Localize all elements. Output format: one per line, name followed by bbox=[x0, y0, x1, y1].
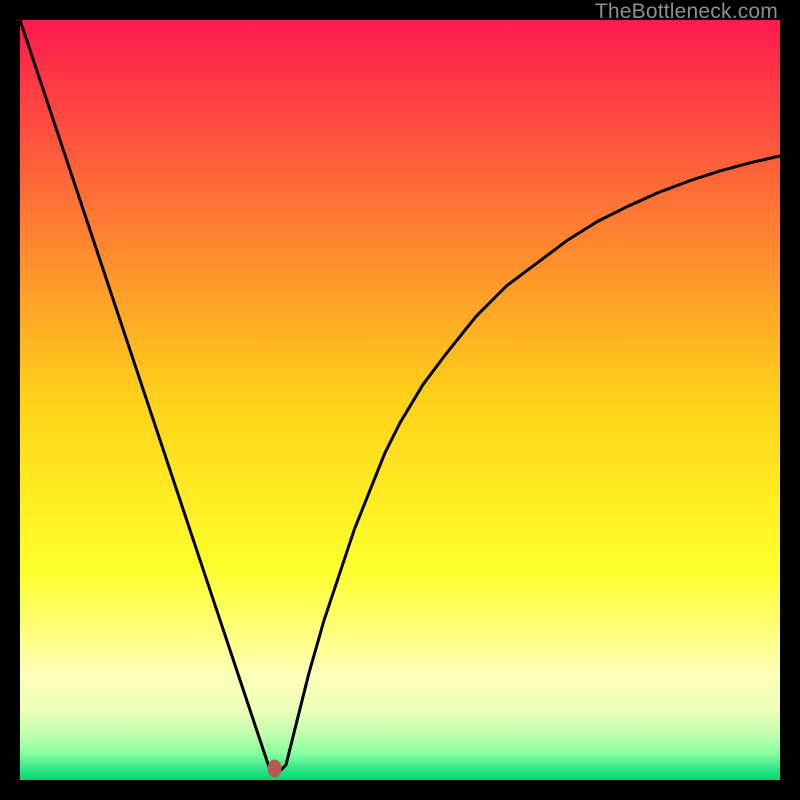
chart-frame bbox=[20, 20, 780, 780]
watermark-text: TheBottleneck.com bbox=[595, 0, 778, 24]
bottleneck-chart bbox=[20, 20, 780, 780]
gradient-background bbox=[20, 20, 780, 780]
minimum-marker bbox=[268, 760, 282, 778]
